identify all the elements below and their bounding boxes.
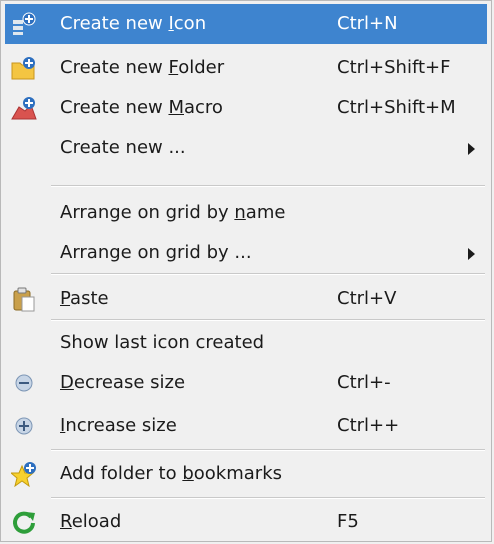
menu-item-shortcut: Ctrl+V bbox=[337, 288, 397, 309]
menu-item-label: Arrange on grid by name bbox=[60, 202, 286, 223]
menu-separator bbox=[51, 185, 485, 187]
menu-item-shortcut: F5 bbox=[337, 511, 359, 532]
menu-item-decrease-size[interactable]: Decrease size Ctrl+- bbox=[5, 363, 487, 403]
menu-item-arrange-by-name[interactable]: Arrange on grid by name bbox=[5, 193, 487, 233]
zoom-in-icon bbox=[11, 413, 37, 439]
menu-item-create-new-folder[interactable]: Create new Folder Ctrl+Shift+F bbox=[5, 48, 487, 88]
menu-item-label: Decrease size bbox=[60, 372, 186, 393]
menu-separator bbox=[51, 273, 485, 275]
menu-item-shortcut: Ctrl+Shift+F bbox=[337, 57, 451, 78]
menu-item-label: Add folder to bookmarks bbox=[60, 463, 282, 484]
menu-item-label: Create new ... bbox=[60, 137, 186, 158]
menu-item-shortcut: Ctrl+- bbox=[337, 372, 391, 393]
menu-separator bbox=[51, 319, 485, 321]
menu-item-shortcut: Ctrl+Shift+M bbox=[337, 97, 456, 118]
menu-item-paste[interactable]: Paste Ctrl+V bbox=[5, 279, 487, 319]
new-folder-icon bbox=[11, 55, 37, 81]
paste-icon bbox=[11, 286, 37, 312]
bookmark-add-icon bbox=[11, 461, 37, 487]
menu-item-increase-size[interactable]: Increase size Ctrl++ bbox=[5, 406, 487, 446]
menu-separator bbox=[51, 449, 485, 451]
new-macro-icon bbox=[11, 95, 37, 121]
menu-item-show-last-icon[interactable]: Show last icon created bbox=[5, 323, 487, 363]
menu-item-create-new-icon[interactable]: Create new Icon Ctrl+N bbox=[5, 4, 487, 44]
menu-item-label: Reload bbox=[60, 511, 122, 532]
menu-item-label: Arrange on grid by ... bbox=[60, 242, 252, 263]
new-icon-icon bbox=[11, 11, 37, 37]
menu-item-label: Show last icon created bbox=[60, 332, 265, 353]
menu-item-shortcut: Ctrl++ bbox=[337, 415, 400, 436]
menu-item-label: Increase size bbox=[60, 415, 177, 436]
zoom-out-icon bbox=[11, 370, 37, 396]
menu-item-create-new-macro[interactable]: Create new Macro Ctrl+Shift+M bbox=[5, 88, 487, 128]
menu-separator bbox=[51, 497, 485, 499]
submenu-arrow-icon bbox=[468, 143, 475, 155]
menu-item-label: Create new Icon bbox=[60, 13, 207, 34]
reload-icon bbox=[11, 509, 37, 535]
menu-item-label: Paste bbox=[60, 288, 109, 309]
menu-item-label: Create new Folder bbox=[60, 57, 225, 78]
menu-item-label: Create new Macro bbox=[60, 97, 223, 118]
menu-item-create-new-submenu[interactable]: Create new ... bbox=[5, 128, 487, 168]
context-menu: Create new Icon Ctrl+N Create new Folder… bbox=[0, 0, 492, 542]
menu-item-reload[interactable]: Reload F5 bbox=[5, 502, 487, 542]
menu-item-add-bookmark[interactable]: Add folder to bookmarks bbox=[5, 454, 487, 494]
submenu-arrow-icon bbox=[468, 248, 475, 260]
menu-item-shortcut: Ctrl+N bbox=[337, 13, 398, 34]
menu-item-arrange-by-submenu[interactable]: Arrange on grid by ... bbox=[5, 233, 487, 273]
